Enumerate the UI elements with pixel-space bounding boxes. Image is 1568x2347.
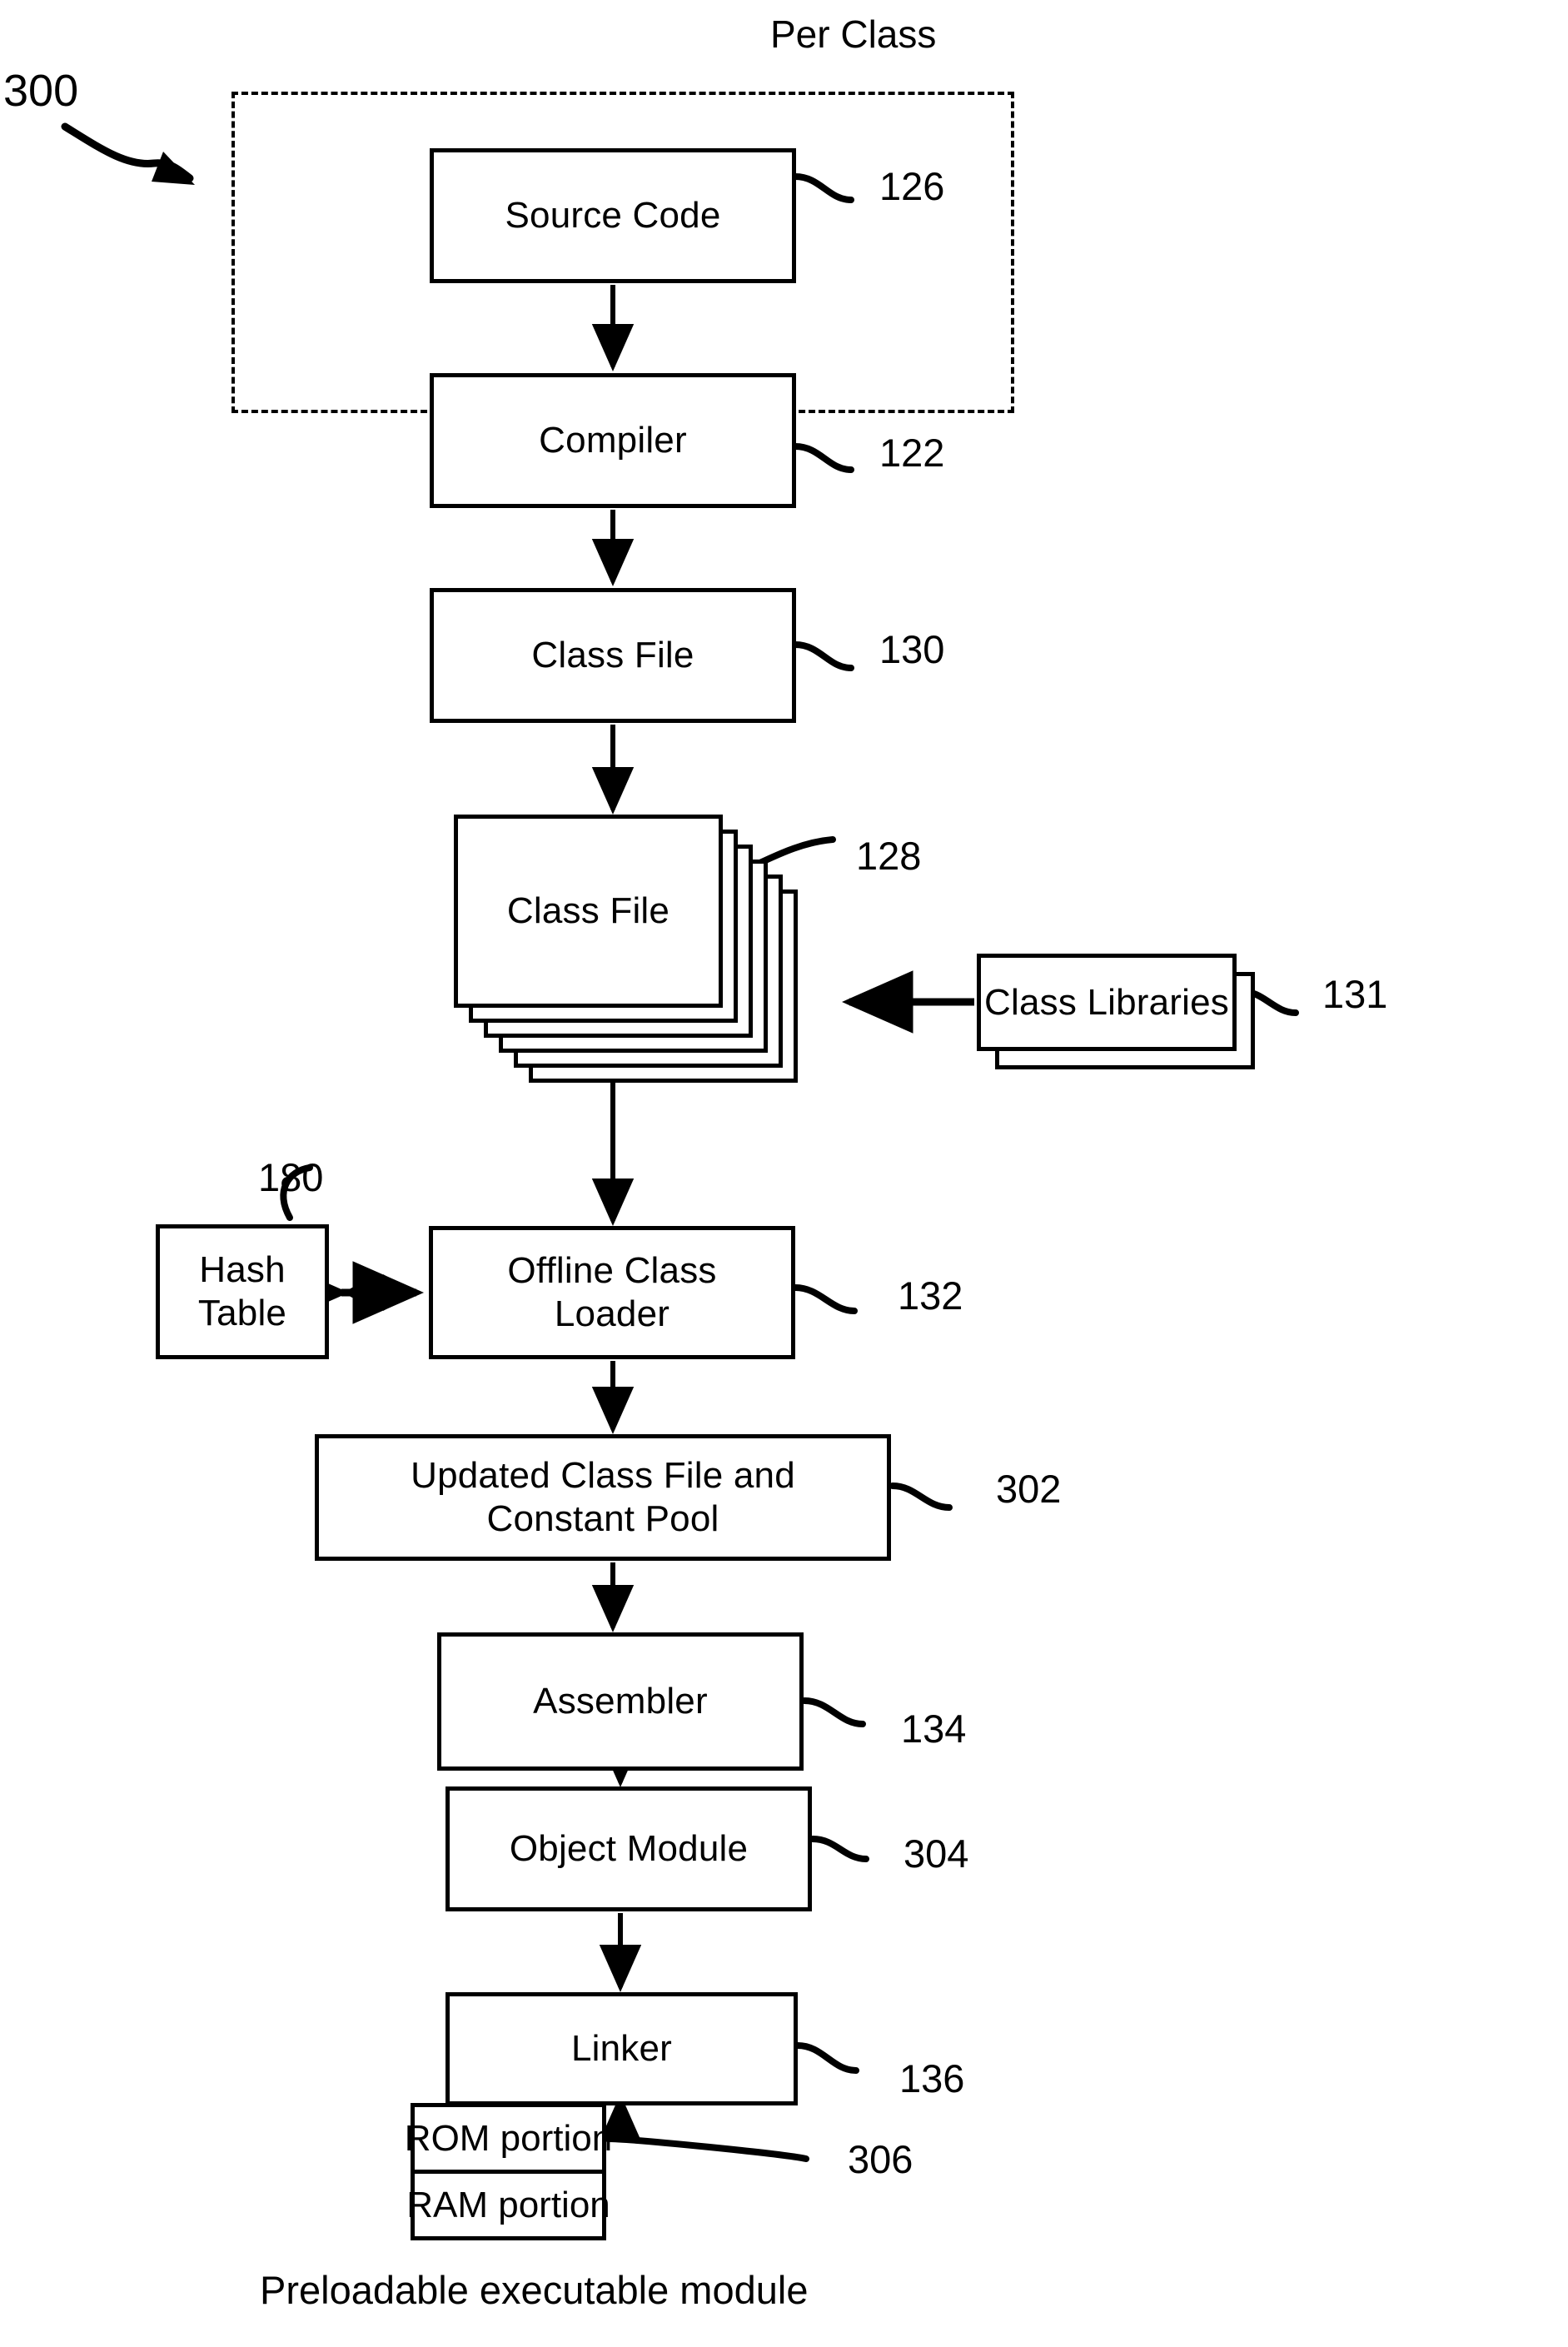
ref-132: 132	[898, 1273, 963, 1318]
ref-306: 306	[848, 2137, 913, 2181]
node-class-file-stack-label: Class File	[506, 890, 670, 932]
node-object-module: Object Module	[446, 1786, 812, 1911]
node-class-file-stack: Class File	[454, 815, 723, 1008]
ref-128: 128	[856, 834, 922, 878]
node-compiler: Compiler	[430, 373, 796, 508]
ref-180: 180	[258, 1155, 324, 1199]
node-assembler-label: Assembler	[533, 1681, 708, 1722]
ref-302: 302	[996, 1467, 1062, 1511]
node-object-module-label: Object Module	[509, 1828, 749, 1870]
node-compiler-label: Compiler	[539, 420, 687, 461]
hash-table-loader-double-arrow	[277, 1261, 424, 1324]
ram-portion-cell: RAM portion	[406, 2184, 610, 2225]
node-class-libraries-label: Class Libraries	[984, 981, 1229, 1023]
node-hash-table-label-line2: Table	[197, 1293, 287, 1333]
node-offline-class-loader: Offline Class Loader	[429, 1226, 795, 1359]
ref-304: 304	[903, 1831, 969, 1876]
node-offline-class-loader-label-line1: Offline Class	[507, 1250, 717, 1292]
node-class-file: Class File	[430, 588, 796, 723]
node-class-libraries: Class Libraries	[977, 954, 1237, 1051]
node-linker-label: Linker	[570, 2028, 673, 2070]
node-source-code-label: Source Code	[505, 195, 721, 237]
figure-reference-300: 300	[3, 66, 79, 116]
node-class-file-label: Class File	[531, 635, 694, 676]
node-source-code: Source Code	[430, 148, 796, 283]
node-updated-class-file: Updated Class File and Constant Pool	[315, 1434, 891, 1561]
ref-134: 134	[901, 1707, 967, 1751]
figure-300-leader-arrow	[61, 122, 195, 185]
node-updated-class-file-label-line2: Constant Pool	[486, 1498, 719, 1539]
per-class-label: Per Class	[770, 12, 937, 56]
node-updated-class-file-label-line1: Updated Class File and	[411, 1455, 795, 1497]
node-linker: Linker	[446, 1992, 798, 2105]
rom-portion-cell: ROM portion	[405, 2107, 612, 2174]
node-offline-class-loader-label-line2: Loader	[554, 1293, 670, 1334]
ref-136: 136	[899, 2056, 965, 2100]
patent-figure-300: Per Class 300 Source Code 126 Compiler 1…	[0, 0, 1568, 2347]
node-hash-table: Hash Table	[156, 1224, 329, 1359]
node-hash-table-label-line1: Hash	[199, 1249, 286, 1291]
ref-130: 130	[879, 627, 945, 671]
ref-122: 122	[879, 431, 945, 475]
figure-caption: Preloadable executable module	[260, 2268, 809, 2312]
ref-126: 126	[879, 164, 945, 208]
node-assembler: Assembler	[437, 1632, 804, 1771]
node-preloadable-executable-module: ROM portion RAM portion	[405, 2103, 612, 2240]
ref-131: 131	[1322, 972, 1388, 1016]
